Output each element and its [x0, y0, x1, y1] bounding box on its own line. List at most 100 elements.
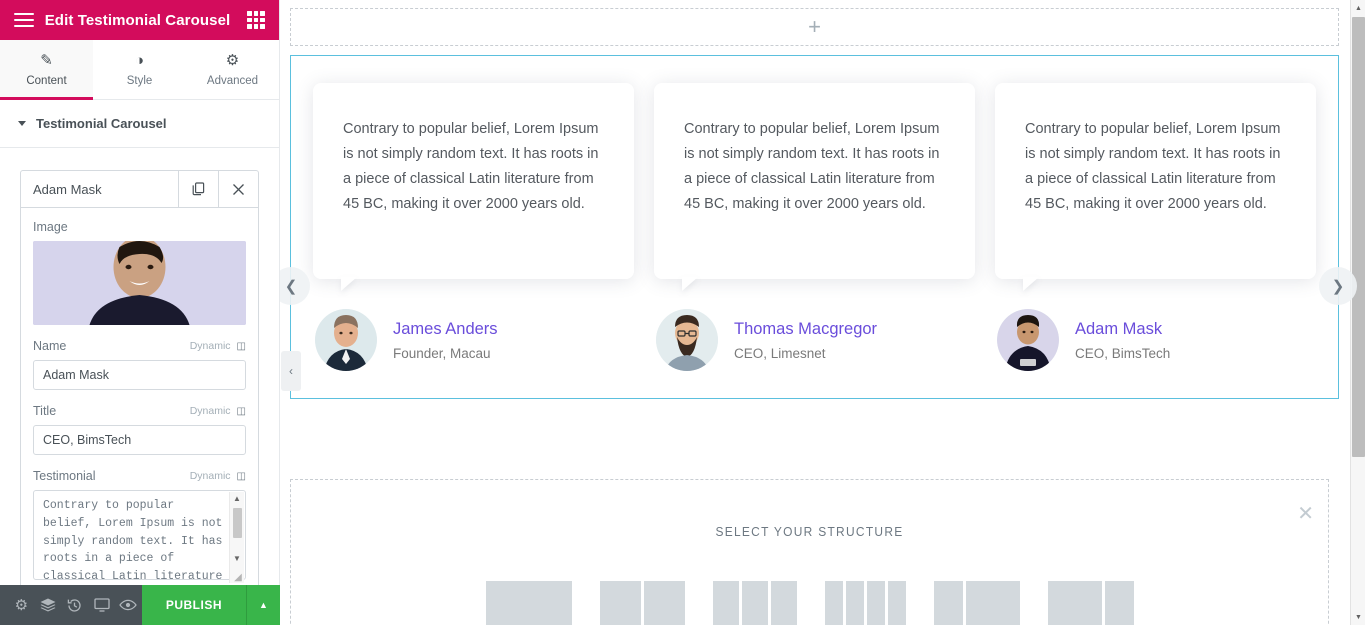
avatar: [997, 309, 1059, 371]
testimonial-quote: Contrary to popular belief, Lorem Ipsum …: [1025, 121, 1281, 212]
carousel-slides: Contrary to popular belief, Lorem Ipsum …: [291, 83, 1338, 371]
chevron-left-icon: ‹: [289, 364, 293, 378]
field-testimonial-label-row: Testimonial Dynamic ◫: [33, 469, 246, 483]
section-header-testimonial-carousel[interactable]: Testimonial Carousel: [0, 100, 279, 148]
testimonial-textarea[interactable]: [33, 490, 246, 580]
select-structure-title: SELECT YOUR STRUCTURE: [715, 524, 904, 539]
settings-icon[interactable]: ⚙: [8, 585, 35, 625]
close-icon[interactable]: ✕: [1297, 504, 1314, 524]
panel-body: Adam Mask Image Name Dynamic ◫ Adam Mask…: [0, 148, 279, 625]
triangle-down-icon[interactable]: ▼: [1351, 609, 1365, 625]
field-testimonial: Testimonial Dynamic ◫ ▲ ▼: [33, 469, 246, 585]
responsive-mode-icon[interactable]: [88, 585, 115, 625]
name-input[interactable]: [33, 360, 246, 390]
testimonial-person: Thomas Macgregor CEO, Limesnet: [654, 309, 975, 371]
section-header-label: Testimonial Carousel: [36, 116, 167, 131]
scrollbar-thumb[interactable]: [232, 508, 242, 538]
testimonial-label: Testimonial: [33, 469, 96, 483]
avatar: [315, 309, 377, 371]
testimonial-quote: Contrary to popular belief, Lorem Ipsum …: [684, 121, 940, 212]
tab-advanced[interactable]: ⚙ Advanced: [186, 40, 279, 99]
publish-button[interactable]: PUBLISH: [141, 585, 246, 625]
structure-1-column[interactable]: [485, 581, 572, 625]
preview-icon[interactable]: [115, 585, 142, 625]
name-label: Name: [33, 339, 67, 353]
tab-style-label: Style: [126, 74, 153, 87]
title-dynamic-toggle[interactable]: Dynamic ◫: [190, 405, 246, 417]
panel-footer: ⚙ PUBLISH ▲: [0, 585, 280, 625]
grid-icon[interactable]: [247, 11, 265, 29]
triangle-up-icon[interactable]: ▲: [233, 492, 241, 506]
testimonial-bubble: Contrary to popular belief, Lorem Ipsum …: [654, 83, 975, 279]
avatar: [656, 309, 718, 371]
testimonial-title: Founder, Macau: [393, 345, 491, 361]
database-icon: ◫: [236, 470, 246, 482]
triangle-up-icon[interactable]: ▲: [1351, 0, 1365, 16]
panel-title: Edit Testimonial Carousel: [44, 11, 231, 29]
carousel-next-button[interactable]: ❯: [1319, 267, 1357, 305]
panel-collapse-handle[interactable]: ‹: [281, 351, 301, 391]
repeater-item-header: Adam Mask: [21, 171, 258, 208]
tab-style[interactable]: ◑ Style: [93, 40, 186, 99]
image-preview[interactable]: [33, 241, 246, 325]
close-icon[interactable]: [218, 171, 258, 207]
testimonial-quote: Contrary to popular belief, Lorem Ipsum …: [343, 121, 599, 212]
structure-66-33[interactable]: [1047, 581, 1134, 625]
repeater-item: Adam Mask Image Name Dynamic ◫ Adam Mask…: [20, 170, 259, 596]
select-structure-panel: ✕ SELECT YOUR STRUCTURE: [290, 479, 1329, 625]
structure-2-columns[interactable]: [599, 581, 685, 625]
testimonial-person: James Anders Founder, Macau: [313, 309, 634, 371]
editor-panel: Edit Testimonial Carousel ✎ Content ◑ St…: [0, 0, 280, 625]
contrast-icon: ◑: [134, 51, 145, 69]
testimonial-title: CEO, BimsTech: [1075, 345, 1171, 361]
image-label: Image: [33, 220, 68, 234]
dynamic-label: Dynamic: [189, 405, 231, 417]
tab-content-label: Content: [26, 74, 67, 87]
testimonial-name: James Anders: [393, 320, 498, 339]
triangle-down-icon[interactable]: ▼: [233, 552, 241, 566]
navigator-icon[interactable]: [35, 585, 62, 625]
panel-header: Edit Testimonial Carousel: [0, 0, 279, 40]
publish-group: PUBLISH ▲: [141, 585, 280, 625]
testimonial-carousel-section[interactable]: ‹ ❮ ❯ Contrary to popular belief, Lorem …: [280, 55, 1357, 399]
history-icon[interactable]: [62, 585, 89, 625]
testimonial-person-info: Thomas Macgregor CEO, Limesnet: [734, 319, 877, 360]
structure-4-columns[interactable]: [824, 581, 906, 625]
name-dynamic-toggle[interactable]: Dynamic ◫: [190, 340, 246, 352]
title-input[interactable]: [33, 425, 246, 455]
database-icon: ◫: [236, 340, 246, 352]
testimonial-dynamic-toggle[interactable]: Dynamic ◫: [190, 470, 246, 482]
chevron-right-icon: ❯: [1331, 278, 1345, 295]
tab-advanced-label: Advanced: [206, 74, 259, 87]
textarea-scrollbar[interactable]: ▲ ▼: [229, 492, 244, 583]
field-name-label-row: Name Dynamic ◫: [33, 339, 246, 353]
testimonial-person-info: James Anders Founder, Macau: [393, 319, 498, 360]
repeater-item-title[interactable]: Adam Mask: [21, 171, 178, 207]
testimonial-slide[interactable]: Contrary to popular belief, Lorem Ipsum …: [303, 83, 644, 371]
add-new-section-button[interactable]: +: [290, 8, 1339, 46]
scrollbar-thumb[interactable]: [1352, 17, 1365, 457]
repeater-item-body: Image Name Dynamic ◫ Adam Mask Title Dyn…: [21, 208, 258, 595]
title-label: Title: [33, 404, 57, 418]
structure-3-columns[interactable]: [712, 581, 797, 625]
chevron-left-icon: ❮: [284, 278, 298, 295]
testimonial-bubble: Contrary to popular belief, Lorem Ipsum …: [313, 83, 634, 279]
tab-content[interactable]: ✎ Content: [0, 40, 93, 100]
field-image-label-row: Image: [33, 220, 246, 234]
copy-icon[interactable]: [178, 171, 218, 207]
testimonial-textarea-wrap: ▲ ▼ ◢: [33, 490, 246, 585]
structure-presets: [291, 581, 1328, 625]
resize-grip-icon[interactable]: ◢: [232, 572, 244, 584]
field-title: Title Dynamic ◫: [33, 404, 246, 455]
testimonial-slide[interactable]: Contrary to popular belief, Lorem Ipsum …: [985, 83, 1326, 371]
page-scrollbar[interactable]: ▲ ▼: [1350, 0, 1365, 625]
testimonial-name: Adam Mask: [1075, 320, 1163, 339]
pencil-icon: ✎: [40, 51, 53, 69]
structure-33-66[interactable]: [933, 581, 1020, 625]
chevron-up-icon[interactable]: ▲: [246, 585, 280, 625]
plus-icon: +: [808, 14, 821, 39]
testimonial-slide[interactable]: Contrary to popular belief, Lorem Ipsum …: [644, 83, 985, 371]
testimonial-person-info: Adam Mask CEO, BimsTech: [1075, 319, 1170, 360]
database-icon: ◫: [236, 405, 246, 417]
testimonial-name: Thomas Macgregor: [734, 320, 878, 339]
